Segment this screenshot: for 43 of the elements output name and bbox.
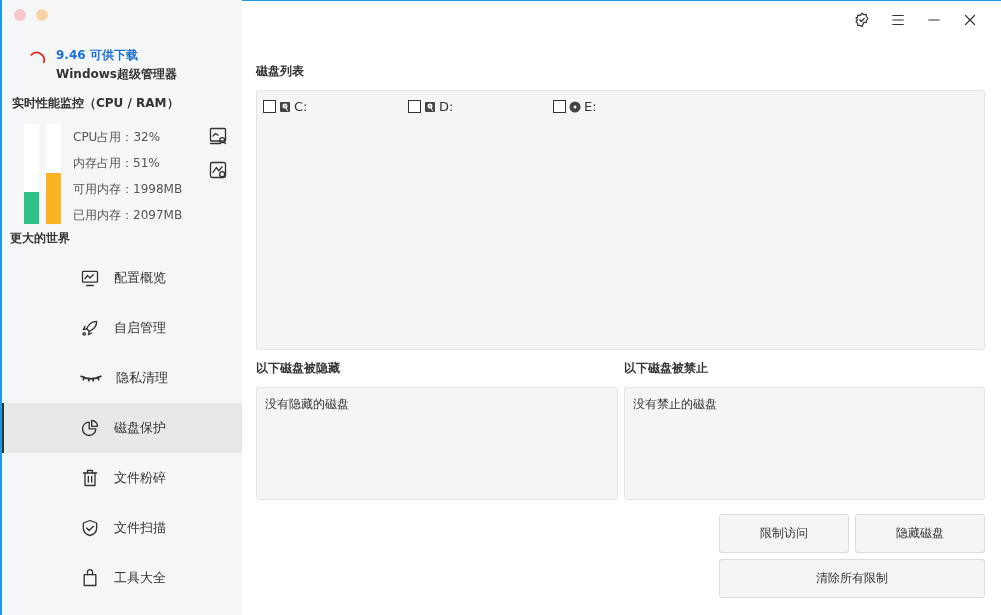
disc-icon (569, 100, 581, 113)
action-button[interactable]: 清除所有限制 (719, 559, 985, 598)
stat-text: CPU占用：32% (73, 129, 162, 146)
drive-icon (279, 100, 291, 113)
trash-icon (80, 468, 100, 488)
nav-item[interactable]: 文件粉碎 (2, 453, 242, 503)
nav-item[interactable]: 工具大全 (2, 553, 242, 603)
stat-text: 可用内存：1998MB (73, 181, 183, 198)
nav-item[interactable]: 隐私清理 (2, 353, 242, 403)
closed-eye-icon (80, 374, 102, 382)
stat-text: 已用内存：2097MB (73, 207, 183, 224)
minimize-light (36, 9, 48, 21)
nav-item[interactable]: 文件扫描 (2, 503, 242, 553)
monitor-chart-icon (80, 268, 100, 288)
section-title: 磁盘列表 (256, 63, 305, 80)
disk-list-panel: 没有禁止的磁盘 (623, 387, 985, 500)
nav-item[interactable]: 配置概览 (2, 253, 242, 303)
section-title: 以下磁盘被禁止 (623, 360, 709, 377)
close-light (14, 9, 26, 21)
stat-text: 内存占用：51% (73, 155, 161, 172)
shield-check-icon (80, 518, 100, 538)
badge-check-icon[interactable] (853, 11, 871, 29)
drive-label: D: (439, 99, 454, 114)
app-name: Windows超级管理器 (56, 66, 177, 83)
section-title: 更大的世界 (9, 230, 71, 247)
drive-label: C: (294, 99, 308, 114)
disk-list-panel: 没有隐藏的磁盘 (256, 387, 618, 500)
drive-label: E: (584, 99, 597, 114)
nav-item[interactable]: 磁盘保护 (2, 403, 242, 453)
action-button[interactable]: 隐藏磁盘 (855, 514, 985, 553)
monitor-title: 实时性能监控（CPU / RAM） (11, 95, 180, 112)
drive-icon (424, 100, 436, 113)
chart-search-icon[interactable] (208, 126, 229, 146)
checkbox[interactable] (553, 100, 566, 113)
action-button[interactable]: 限制访问 (719, 514, 849, 553)
rocket-icon (80, 318, 100, 338)
chart-clock-icon[interactable] (208, 160, 229, 180)
update-link[interactable]: 9.46 可供下载 (56, 47, 177, 64)
checkbox[interactable] (263, 100, 276, 113)
nav-item[interactable]: 自启管理 (2, 303, 242, 353)
checkbox[interactable] (408, 100, 421, 113)
section-title: 以下磁盘被隐藏 (256, 360, 341, 377)
pie-chart-icon (80, 418, 100, 438)
